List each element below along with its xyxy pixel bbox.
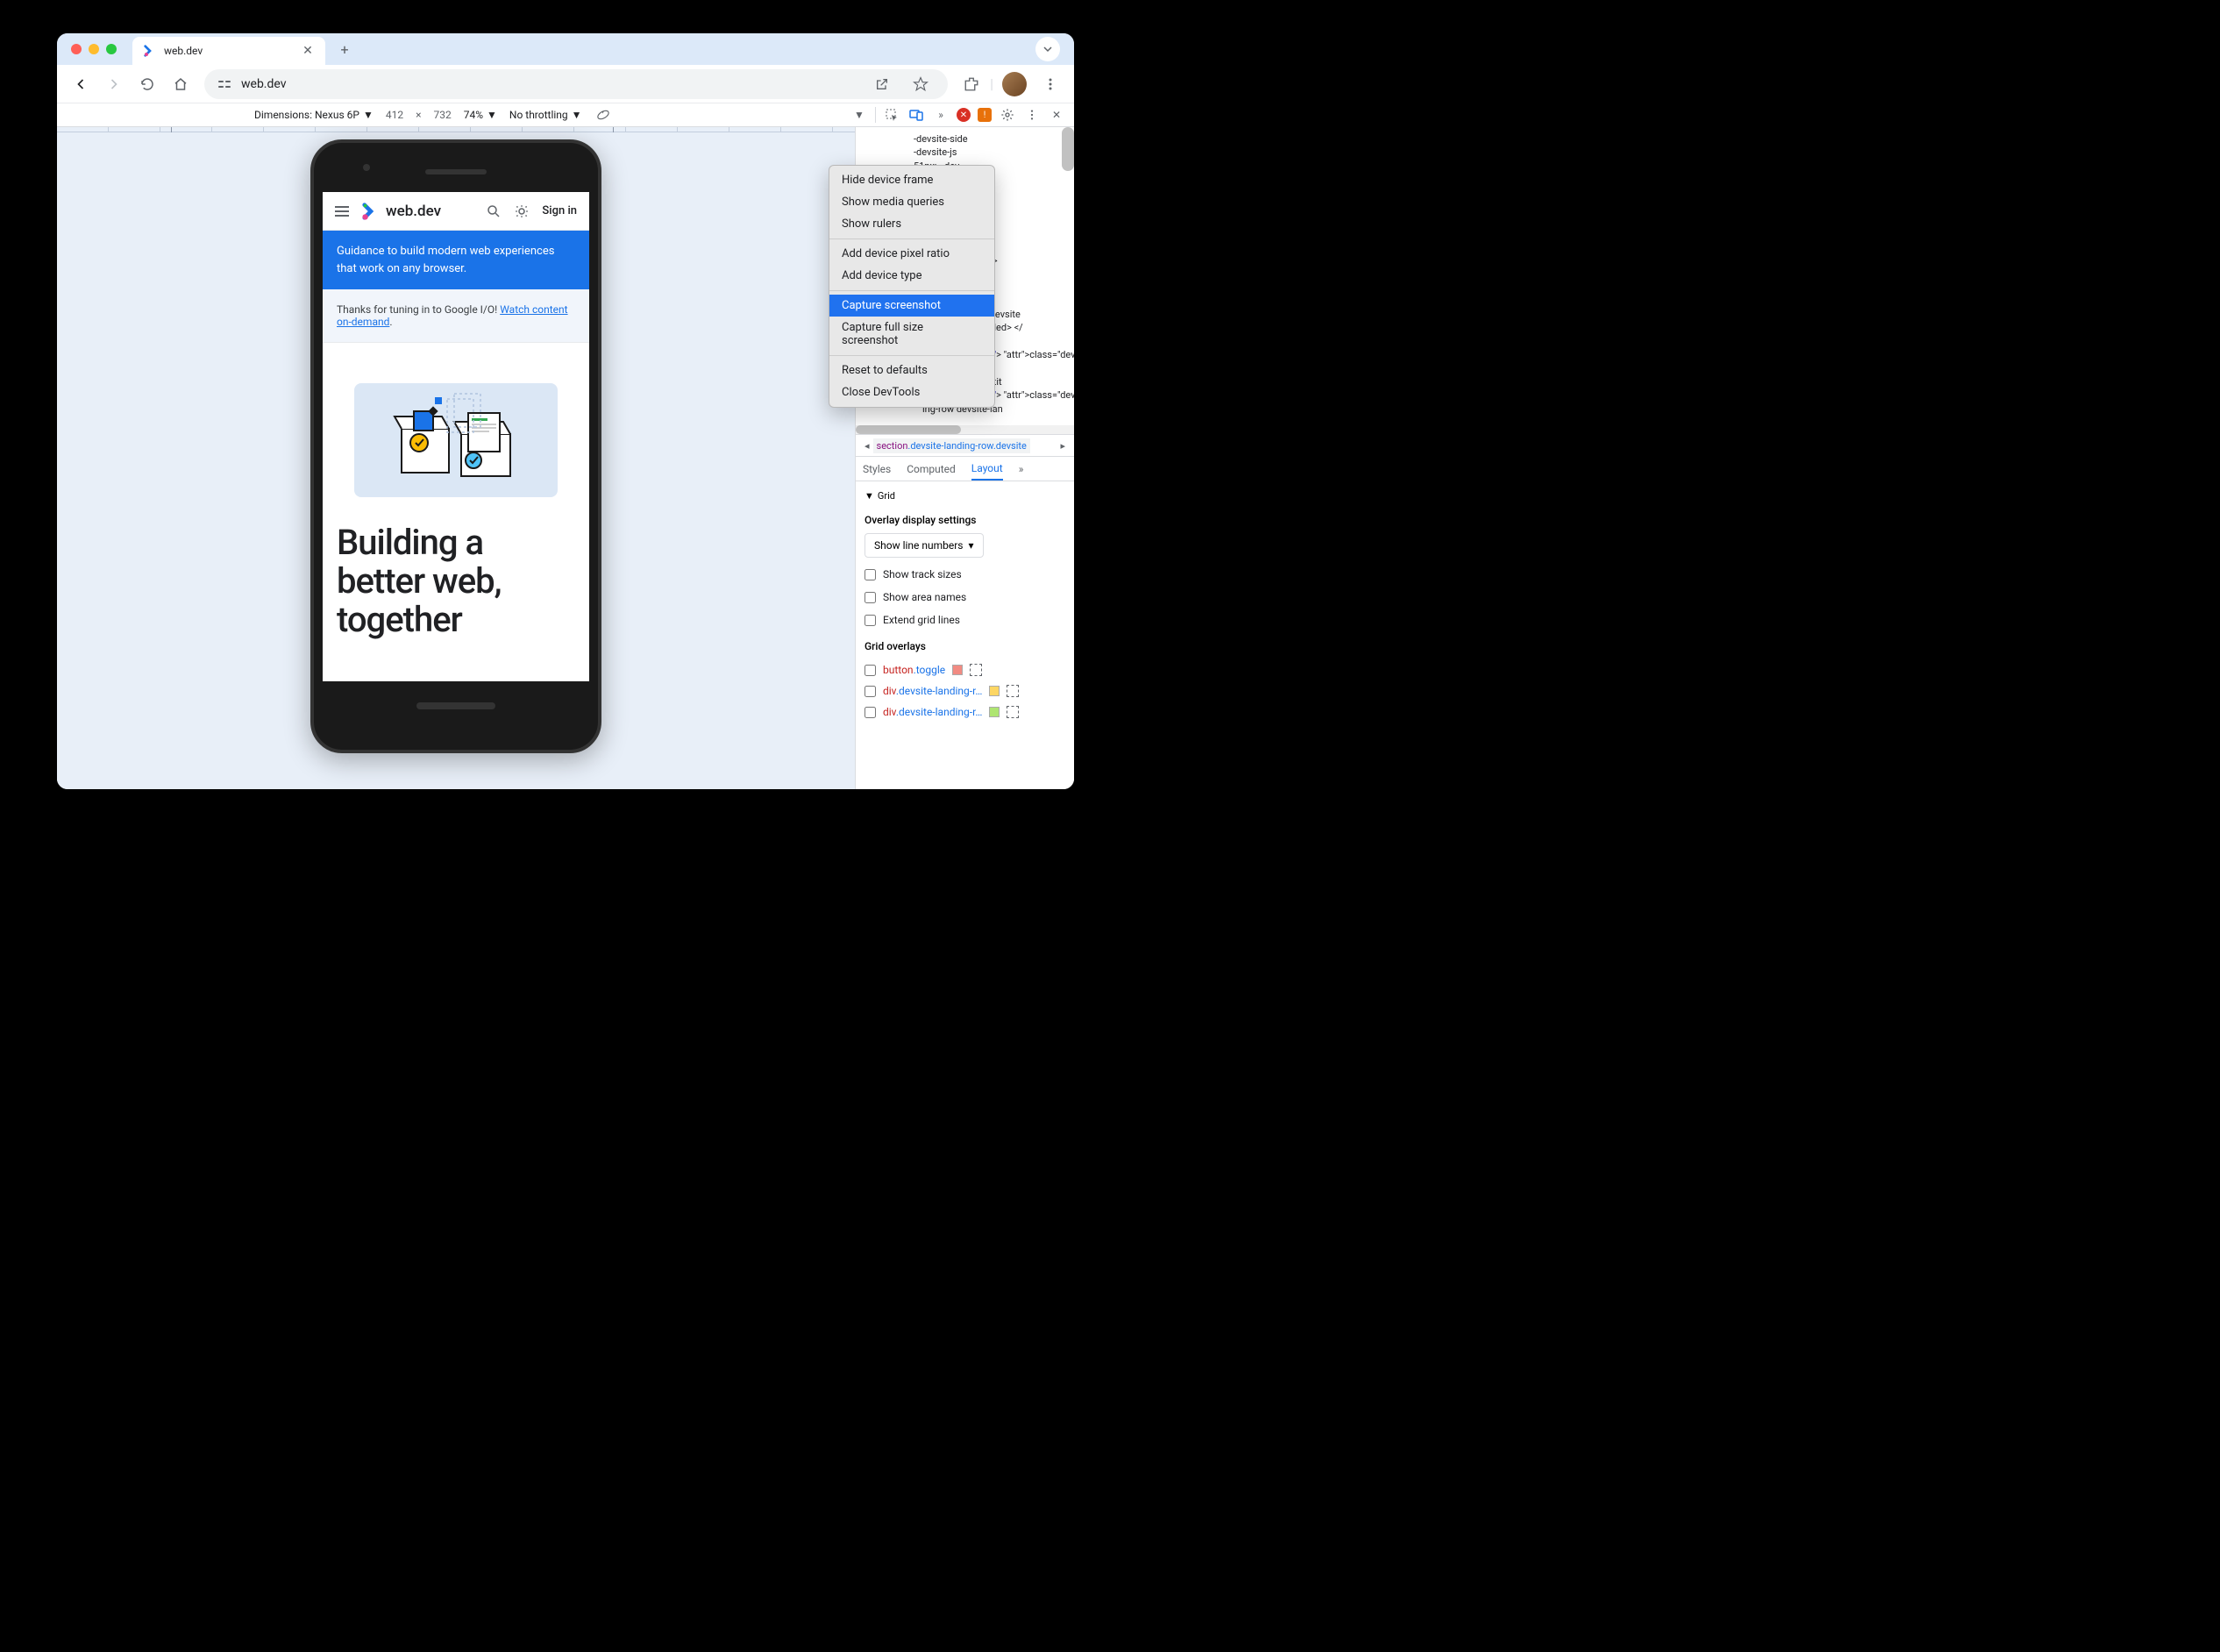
menu-item[interactable]: Capture full size screenshot xyxy=(829,317,994,352)
bookmark-icon[interactable] xyxy=(906,69,936,99)
signin-button[interactable]: Sign in xyxy=(542,204,577,217)
grid-overlay-row[interactable]: div.devsite-landing-r… xyxy=(865,680,1065,701)
profile-avatar[interactable] xyxy=(1002,72,1027,96)
tab-title: web.dev xyxy=(164,45,294,57)
grid-section-header[interactable]: ▼ Grid xyxy=(865,487,1065,505)
grid-overlay-row[interactable]: div.devsite-landing-r… xyxy=(865,701,1065,723)
hamburger-menu-icon[interactable] xyxy=(335,206,349,217)
minimize-window-button[interactable] xyxy=(89,44,99,54)
device-toggle-icon[interactable] xyxy=(907,106,925,124)
site-logo-text: web.dev xyxy=(386,203,441,220)
rotate-icon[interactable] xyxy=(594,106,612,124)
menu-item[interactable]: Hide device frame xyxy=(829,169,994,191)
site-header: web.dev Sign in xyxy=(323,192,589,231)
blue-banner: Guidance to build modern web experiences… xyxy=(323,231,589,289)
horizontal-scrollbar[interactable] xyxy=(856,425,1074,434)
tab-bar: web.dev ✕ + xyxy=(57,33,1074,65)
close-tab-button[interactable]: ✕ xyxy=(301,44,315,58)
menu-item[interactable]: Show rulers xyxy=(829,213,994,235)
horizontal-ruler xyxy=(57,127,855,132)
more-subtabs-icon[interactable]: » xyxy=(1019,457,1024,481)
grid-checkbox[interactable]: Show track sizes xyxy=(865,563,1065,586)
devtools-menu-icon[interactable] xyxy=(1023,106,1041,124)
site-logo[interactable]: web.dev xyxy=(361,202,441,221)
extensions-icon[interactable] xyxy=(957,69,986,99)
more-tabs-icon[interactable]: » xyxy=(932,106,950,124)
close-window-button[interactable] xyxy=(71,44,82,54)
menu-item[interactable]: Add device pixel ratio xyxy=(829,243,994,265)
theme-toggle-icon[interactable] xyxy=(514,203,530,219)
dimension-separator: × xyxy=(416,109,421,121)
home-button[interactable] xyxy=(166,69,196,99)
maximize-window-button[interactable] xyxy=(106,44,117,54)
back-button[interactable] xyxy=(66,69,96,99)
overlay-settings-title: Overlay display settings xyxy=(865,505,1065,533)
grid-overlays-title: Grid overlays xyxy=(865,631,1065,659)
device-toolbar: Dimensions: Nexus 6P ▼ 412 × 732 74% ▼ N… xyxy=(57,103,1074,127)
menu-item[interactable]: Show media queries xyxy=(829,191,994,213)
tab-favicon xyxy=(143,44,157,58)
vertical-scrollbar[interactable] xyxy=(1062,127,1074,171)
share-icon[interactable] xyxy=(867,69,897,99)
hero-title: Building a better web, together xyxy=(323,523,589,639)
device-viewport: web.dev Sign in Guidance to build modern… xyxy=(57,127,855,789)
window-controls xyxy=(71,44,117,54)
error-badge[interactable]: ✕ xyxy=(957,108,971,122)
tab-layout[interactable]: Layout xyxy=(971,457,1003,481)
styles-subtabs: Styles Computed Layout » xyxy=(856,457,1074,481)
menu-item[interactable]: Reset to defaults xyxy=(829,360,994,381)
grid-overlay-row[interactable]: button.toggle xyxy=(865,659,1065,680)
throttling-select[interactable]: No throttling ▼ xyxy=(509,109,582,121)
site-info-icon[interactable] xyxy=(217,76,232,92)
browser-tab[interactable]: web.dev ✕ xyxy=(132,37,325,65)
hero-illustration xyxy=(354,383,558,497)
url-text: web.dev xyxy=(241,77,858,91)
forward-button[interactable] xyxy=(99,69,129,99)
io-banner: Thanks for tuning in to Google I/O! Watc… xyxy=(323,289,589,343)
elements-breadcrumb[interactable]: ◂ section.devsite-landing-row.devsite ▸ xyxy=(856,434,1074,457)
chrome-menu-icon[interactable] xyxy=(1035,69,1065,99)
search-icon[interactable] xyxy=(486,203,502,219)
device-frame: web.dev Sign in Guidance to build modern… xyxy=(310,139,601,753)
browser-window: web.dev ✕ + web.dev | Dimen xyxy=(57,33,1074,789)
tab-computed[interactable]: Computed xyxy=(907,457,956,481)
reload-button[interactable] xyxy=(132,69,162,99)
device-height[interactable]: 732 xyxy=(433,109,451,121)
breadcrumb-left-arrow[interactable]: ◂ xyxy=(861,440,873,452)
new-tab-button[interactable]: + xyxy=(332,37,357,61)
menu-item[interactable]: Add device type xyxy=(829,265,994,287)
warning-badge[interactable]: ! xyxy=(978,108,992,122)
settings-gear-icon[interactable] xyxy=(999,106,1016,124)
address-bar: web.dev | xyxy=(57,65,1074,103)
grid-checkbox[interactable]: Extend grid lines xyxy=(865,609,1065,631)
zoom-select[interactable]: 74% ▼ xyxy=(464,109,497,121)
device-dimensions-select[interactable]: Dimensions: Nexus 6P ▼ xyxy=(254,109,374,121)
menu-item[interactable]: Capture screenshot xyxy=(829,295,994,317)
breadcrumb-right-arrow[interactable]: ▸ xyxy=(1057,440,1069,452)
line-numbers-select[interactable]: Show line numbers ▾ xyxy=(865,533,984,558)
device-width[interactable]: 412 xyxy=(386,109,403,121)
grid-panel: ▼ Grid Overlay display settings Show lin… xyxy=(856,481,1074,728)
inspect-element-icon[interactable] xyxy=(883,106,900,124)
device-screen[interactable]: web.dev Sign in Guidance to build modern… xyxy=(323,192,589,681)
close-devtools-icon[interactable]: ✕ xyxy=(1048,106,1065,124)
tab-search-button[interactable] xyxy=(1035,37,1060,61)
tab-styles[interactable]: Styles xyxy=(863,457,891,481)
menu-item[interactable]: Close DevTools xyxy=(829,381,994,403)
more-options-dropdown[interactable]: ▼ xyxy=(850,106,868,124)
device-options-menu: Hide device frameShow media queriesShow … xyxy=(829,165,995,408)
grid-checkbox[interactable]: Show area names xyxy=(865,586,1065,609)
omnibox[interactable]: web.dev xyxy=(204,69,948,99)
